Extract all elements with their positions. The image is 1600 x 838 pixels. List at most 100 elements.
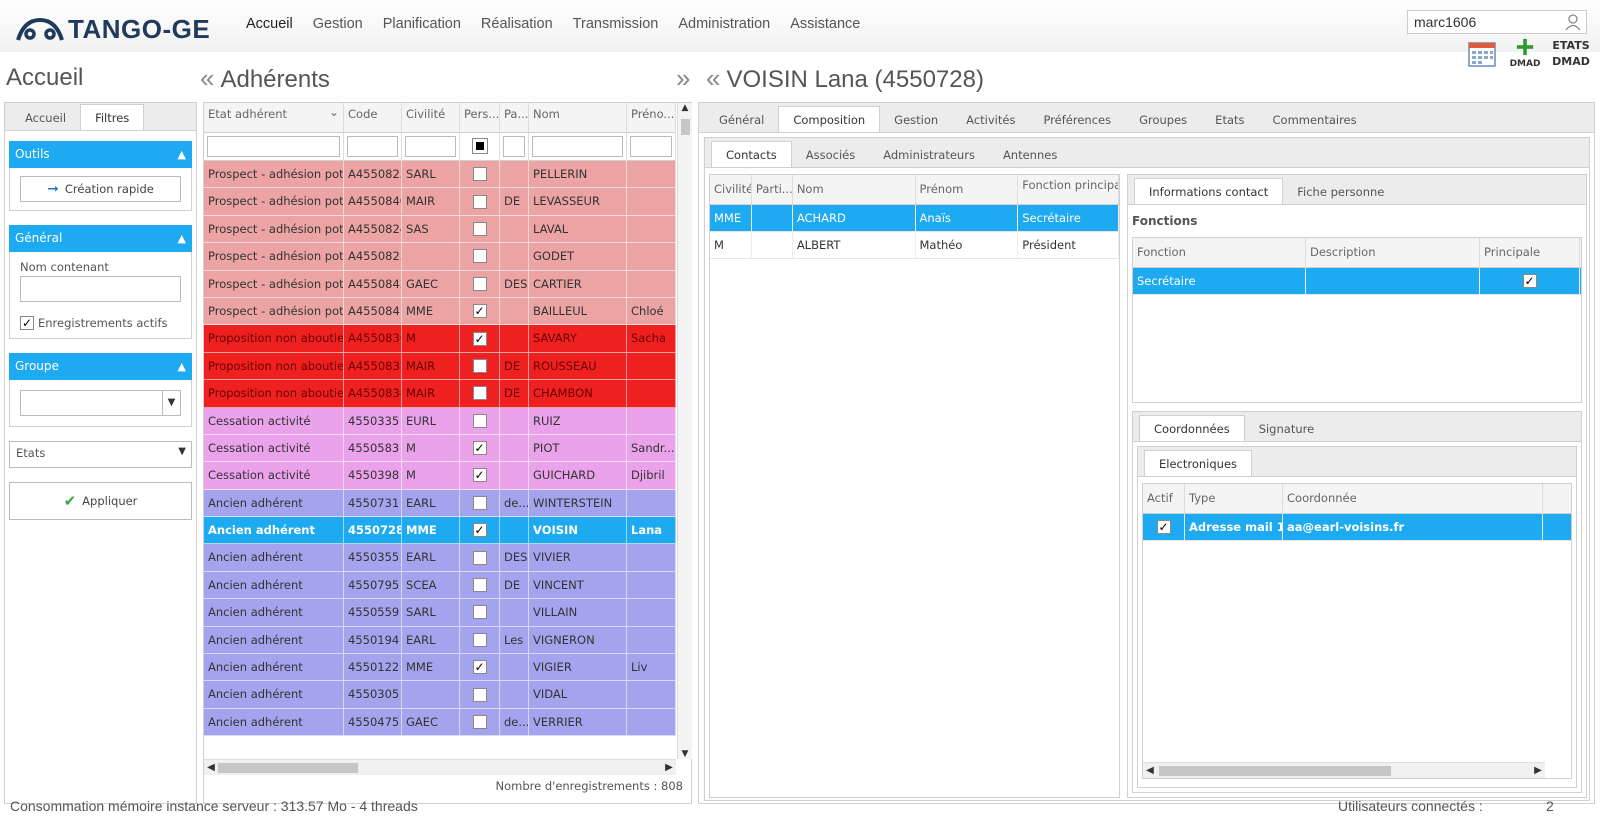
pers-phys-checkbox[interactable] [472,495,487,510]
col-header[interactable]: Nom [529,103,627,133]
filter-input[interactable] [630,136,672,157]
scroll-down-icon[interactable]: ▼ [678,749,692,759]
table-row[interactable]: Ancien adhérent4550122MME VIGIERLiv [204,654,676,682]
nav-transmission[interactable]: Transmission [563,16,669,32]
col-fonction[interactable]: Fonction [1133,238,1306,267]
tab-preferences[interactable]: Préférences [1029,108,1125,132]
table-row[interactable]: Ancien adhérent 4550305 VIDAL [204,681,676,709]
table-row[interactable]: Proposition non aboutieA4550836M SAVARYSa… [204,325,676,353]
tab-etats[interactable]: Etats [1201,108,1258,132]
col-prenom[interactable]: Prénom [916,175,1019,204]
col-civilite[interactable]: Civilité [710,175,752,204]
appliquer-button[interactable]: ✔ Appliquer [9,482,192,520]
pers-phys-checkbox[interactable] [472,386,487,401]
tab-composition[interactable]: Composition [778,106,881,132]
table-row[interactable]: Proposition non aboutie A4550838 MAIR DE CHA… [204,380,676,408]
filter-input[interactable] [532,136,623,157]
table-row[interactable]: Ancien adhérent 4550194 EARL Les VIGNERON [204,626,676,655]
table-row[interactable]: Prospect - adhésion pot... A4550823 GODET [204,243,676,271]
pers-phys-checkbox[interactable] [472,715,487,729]
actif-checkbox[interactable] [1156,520,1171,534]
pers-phys-checkbox[interactable] [472,249,487,264]
tab-groupes[interactable]: Groupes [1125,108,1201,132]
table-row[interactable]: Prospect - adhésion pot...A4550841MME BAI… [204,297,676,326]
user-menu[interactable]: marc1606 [1407,10,1587,34]
table-row[interactable]: Ancien adhérent 4550475 GAEC de... VERRIER [204,708,676,737]
pers-phys-checkbox[interactable] [472,550,487,565]
subtab-antennes[interactable]: Antennes [989,143,1071,167]
table-row[interactable]: Ancien adhérent4550728MME VOISINLana [204,517,676,545]
pers-phys-checkbox[interactable] [472,413,487,428]
creation-rapide-button[interactable]: ➞ Création rapide [20,176,181,202]
coord-hscroll[interactable]: ◀ ▶ [1143,762,1545,778]
col-description[interactable]: Description [1306,238,1480,267]
pers-phys-checkbox[interactable] [472,304,487,319]
tab-general[interactable]: Général [705,108,778,132]
table-row[interactable]: Cessation activité4550398M GUICHARDDjibri… [204,462,676,490]
col-header[interactable]: Code [344,103,402,133]
col-principale[interactable]: Principale [1480,238,1580,267]
pers-phys-checkbox[interactable] [472,276,487,291]
collapse-left-icon[interactable]: « [200,63,214,93]
subtab-associes[interactable]: Associés [792,143,869,167]
col-header[interactable]: Pers... phys... [460,103,500,133]
nav-planification[interactable]: Planification [373,16,471,32]
subtab-contacts[interactable]: Contacts [711,141,792,167]
tab-accueil[interactable]: Accueil [11,106,80,130]
table-row[interactable]: M ALBERT Mathéo Président [710,232,1119,259]
tab-commentaires[interactable]: Commentaires [1259,108,1371,132]
pers-phys-checkbox[interactable] [472,194,487,209]
calendar-button[interactable] [1467,40,1497,68]
col-type[interactable]: Type [1185,484,1283,513]
nav-assistance[interactable]: Assistance [780,16,870,32]
table-row[interactable]: Prospect - adhésion pot... A4550825 SARL PE… [204,161,676,189]
etats-select[interactable]: Etats ▼ [9,441,192,468]
col-nom[interactable]: Nom [793,175,916,204]
scroll-up-icon[interactable]: ▲ [678,103,692,113]
pers-phys-filter-checkbox[interactable] [471,138,488,154]
outils-header[interactable]: Outils ▲ [9,141,192,168]
pers-phys-checkbox[interactable] [472,605,487,620]
subtab-administrateurs[interactable]: Administrateurs [869,143,989,167]
pers-phys-checkbox[interactable] [472,468,487,483]
pers-phys-checkbox[interactable] [472,221,487,236]
nom-contenant-input[interactable] [20,276,181,302]
filter-input[interactable] [503,136,525,157]
col-actif[interactable]: Actif [1143,484,1185,513]
col-fonction-principale[interactable]: Fonction principale [1018,175,1119,204]
filter-input[interactable] [207,136,340,157]
pers-phys-checkbox[interactable] [472,523,487,538]
principale-checkbox[interactable] [1522,274,1537,288]
col-header[interactable]: Préno... [627,103,676,133]
pers-phys-checkbox[interactable] [472,687,487,702]
table-row[interactable]: Prospect - adhésion pot... A4550824 SAS LAV… [204,215,676,244]
tab-signature[interactable]: Signature [1245,417,1328,441]
pers-phys-checkbox[interactable] [472,358,487,373]
enregistrements-actifs-checkbox[interactable] [20,316,34,330]
general-header[interactable]: Général ▲ [9,225,192,252]
table-row[interactable]: Adresse mail 1 aa@earl-voisins.fr [1143,514,1571,541]
table-row[interactable]: Prospect - adhésion pot... A4550840 MAIR DE… [204,188,676,216]
filter-input[interactable] [347,136,398,157]
pers-phys-checkbox[interactable] [472,632,487,647]
groupe-header[interactable]: Groupe ▲ [9,353,192,380]
tab-coordonnees[interactable]: Coordonnées [1139,415,1245,441]
tab-filtres[interactable]: Filtres [80,104,145,130]
table-row[interactable]: Ancien adhérent 4550795 SCEA DE VINCENT [204,571,676,600]
tab-activites[interactable]: Activités [952,108,1029,132]
adherents-hscroll[interactable]: ◀ ▶ [204,759,676,775]
nav-administration[interactable]: Administration [668,16,780,32]
table-row[interactable]: Prospect - adhésion pot... A4550843 GAEC DE… [204,270,676,298]
pers-phys-checkbox[interactable] [472,167,487,182]
table-row[interactable]: Cessation activité4550583M PIOTSandr... [204,434,676,463]
adherents-vscroll[interactable]: ▲ ▼ [677,103,692,759]
nav-realisation[interactable]: Réalisation [471,16,563,32]
pers-phys-checkbox[interactable] [472,660,487,675]
col-header[interactable]: Civilité [402,103,460,133]
chevron-down-icon[interactable]: ⌄ [329,105,339,119]
scroll-left-icon[interactable]: ◀ [1143,763,1157,779]
nav-accueil[interactable]: Accueil [236,16,303,32]
scroll-right-icon[interactable]: ▶ [1531,763,1545,779]
table-row[interactable]: Cessation activité 4550335 EURL RUIZ [204,407,676,435]
table-row[interactable]: Proposition non aboutie A4550837 MAIR DE ROU… [204,352,676,381]
